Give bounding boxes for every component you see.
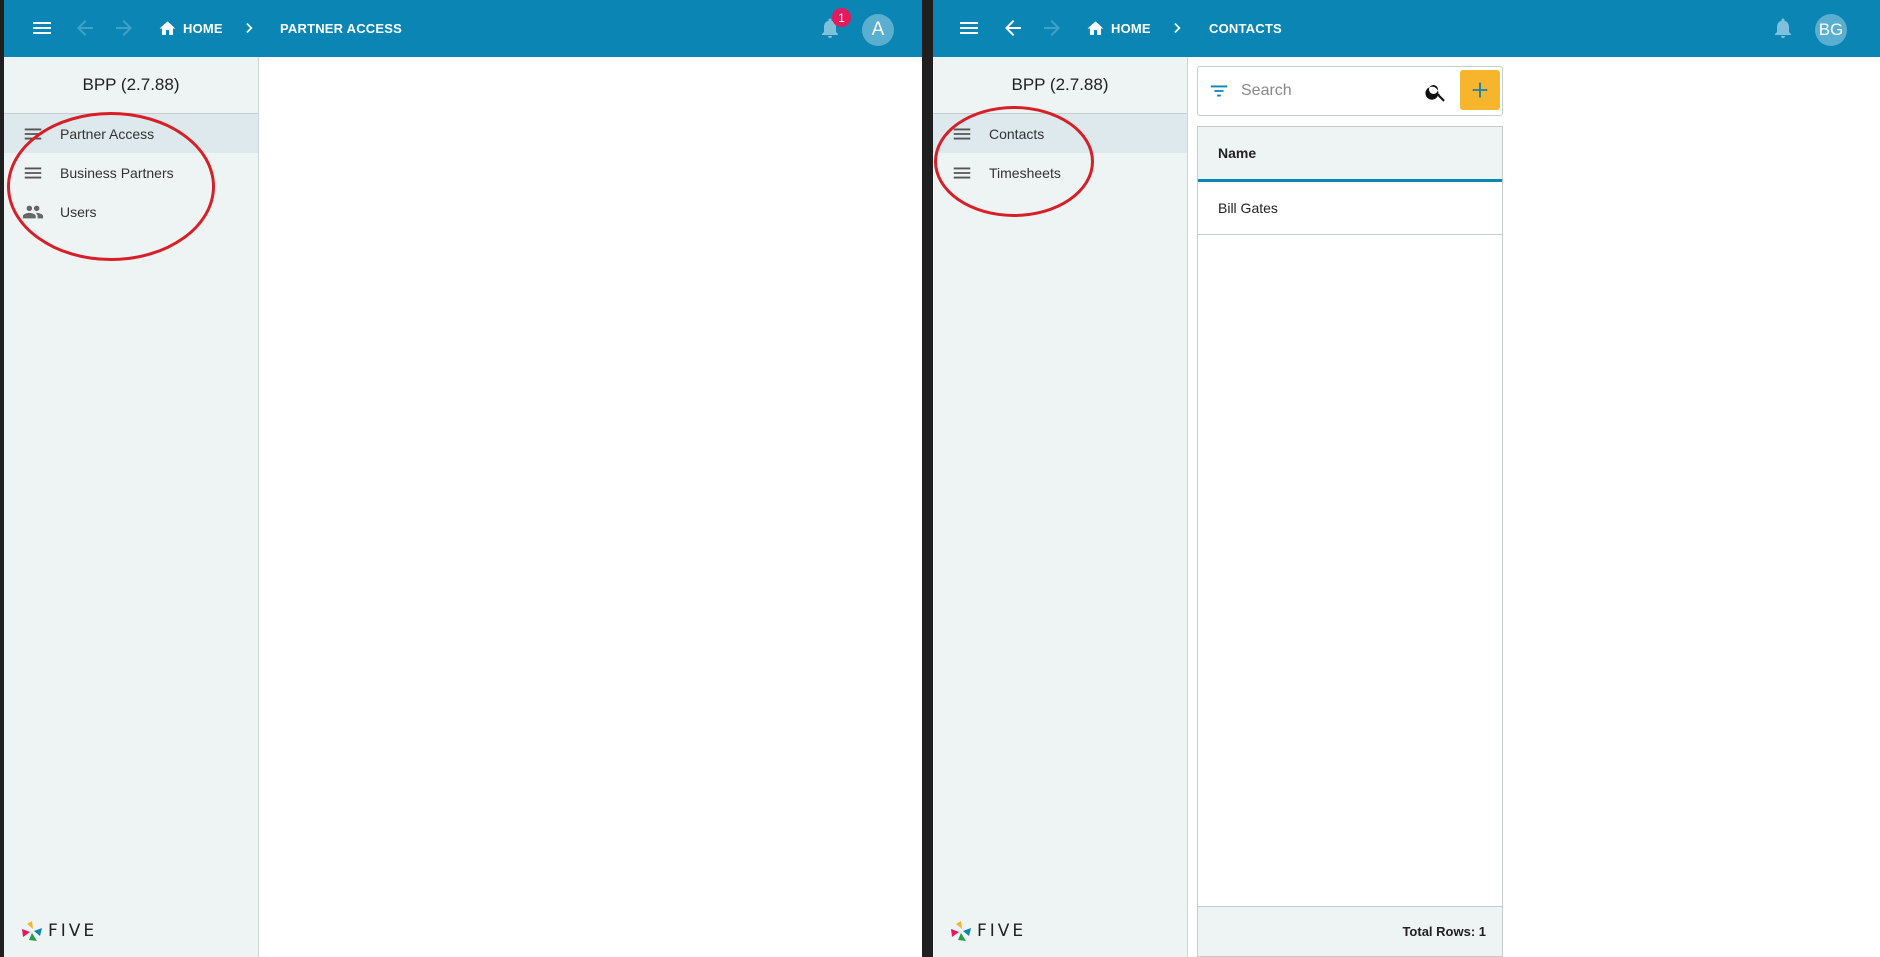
home-icon xyxy=(159,21,176,35)
people-icon xyxy=(22,205,44,218)
search-icon[interactable] xyxy=(1424,80,1448,104)
breadcrumb-home-label: HOME xyxy=(183,21,223,36)
five-logo: FIVE xyxy=(20,919,97,943)
app-title: BPP (2.7.88) xyxy=(4,57,258,114)
back-arrow-icon[interactable] xyxy=(999,14,1027,42)
list-item[interactable]: Bill Gates xyxy=(1198,182,1502,235)
top-bar: HOME PARTNER ACCESS 1 A xyxy=(4,0,922,57)
sidebar-item-business-partners[interactable]: Business Partners xyxy=(4,153,258,192)
sidebar: BPP (2.7.88) Contacts Timesheets FIVE xyxy=(933,57,1188,957)
sidebar: BPP (2.7.88) Partner Access Business Par… xyxy=(4,57,259,957)
app-title: BPP (2.7.88) xyxy=(933,57,1187,114)
notification-badge: 1 xyxy=(832,8,851,27)
sidebar-item-partner-access[interactable]: Partner Access xyxy=(4,114,258,153)
chevron-right-icon xyxy=(246,23,253,33)
breadcrumb-current-label: PARTNER ACCESS xyxy=(280,21,402,36)
five-logo: FIVE xyxy=(949,919,1026,943)
back-arrow-icon[interactable] xyxy=(71,14,99,42)
home-icon xyxy=(1087,21,1104,35)
menu-lines-icon xyxy=(24,128,42,139)
sidebar-item-users[interactable]: Users xyxy=(4,192,258,231)
logo-text: FIVE xyxy=(977,921,1027,941)
breadcrumb-current: PARTNER ACCESS xyxy=(280,0,402,57)
total-rows: Total Rows: 1 xyxy=(1198,906,1502,956)
sidebar-item-label: Business Partners xyxy=(60,164,174,181)
plus-icon xyxy=(1472,82,1488,98)
contacts-list: Name Bill Gates Total Rows: 1 xyxy=(1197,126,1503,957)
sidebar-item-label: Users xyxy=(60,203,97,220)
forward-arrow-icon[interactable] xyxy=(110,14,138,42)
menu-lines-icon xyxy=(24,167,42,178)
logo-text: FIVE xyxy=(48,921,98,941)
search-bar xyxy=(1197,66,1503,116)
hamburger-menu-icon[interactable] xyxy=(955,14,983,42)
sidebar-item-contacts[interactable]: Contacts xyxy=(933,114,1187,153)
sidebar-item-label: Partner Access xyxy=(60,125,155,142)
sidebar-item-timesheets[interactable]: Timesheets xyxy=(933,153,1187,192)
breadcrumb-current-label: CONTACTS xyxy=(1209,21,1282,36)
hamburger-menu-icon[interactable] xyxy=(28,14,56,42)
sidebar-item-label: Timesheets xyxy=(989,164,1061,181)
sidebar-item-label: Contacts xyxy=(989,125,1045,142)
user-avatar[interactable]: A xyxy=(862,14,894,46)
forward-arrow-icon[interactable] xyxy=(1038,14,1066,42)
add-record-button[interactable] xyxy=(1460,70,1500,110)
left-app-window: HOME PARTNER ACCESS 1 A BPP (2.7.88) Par… xyxy=(4,0,922,957)
top-bar: HOME CONTACTS BG xyxy=(933,0,1880,57)
search-input[interactable] xyxy=(1241,77,1421,105)
notification-bell-icon[interactable] xyxy=(1769,14,1797,42)
breadcrumb-home[interactable]: HOME xyxy=(158,0,223,57)
breadcrumb-home[interactable]: HOME xyxy=(1086,0,1151,57)
five-star-logo-icon xyxy=(951,921,971,941)
menu-lines-icon xyxy=(953,128,971,139)
breadcrumb-home-label: HOME xyxy=(1111,21,1151,36)
user-avatar[interactable]: BG xyxy=(1815,14,1847,46)
chevron-right-icon xyxy=(1174,23,1181,33)
five-star-logo-icon xyxy=(22,921,42,941)
menu-lines-icon xyxy=(953,167,971,178)
filter-icon[interactable] xyxy=(1208,80,1230,102)
breadcrumb-current: CONTACTS xyxy=(1209,0,1282,57)
list-header-name[interactable]: Name xyxy=(1198,127,1502,182)
